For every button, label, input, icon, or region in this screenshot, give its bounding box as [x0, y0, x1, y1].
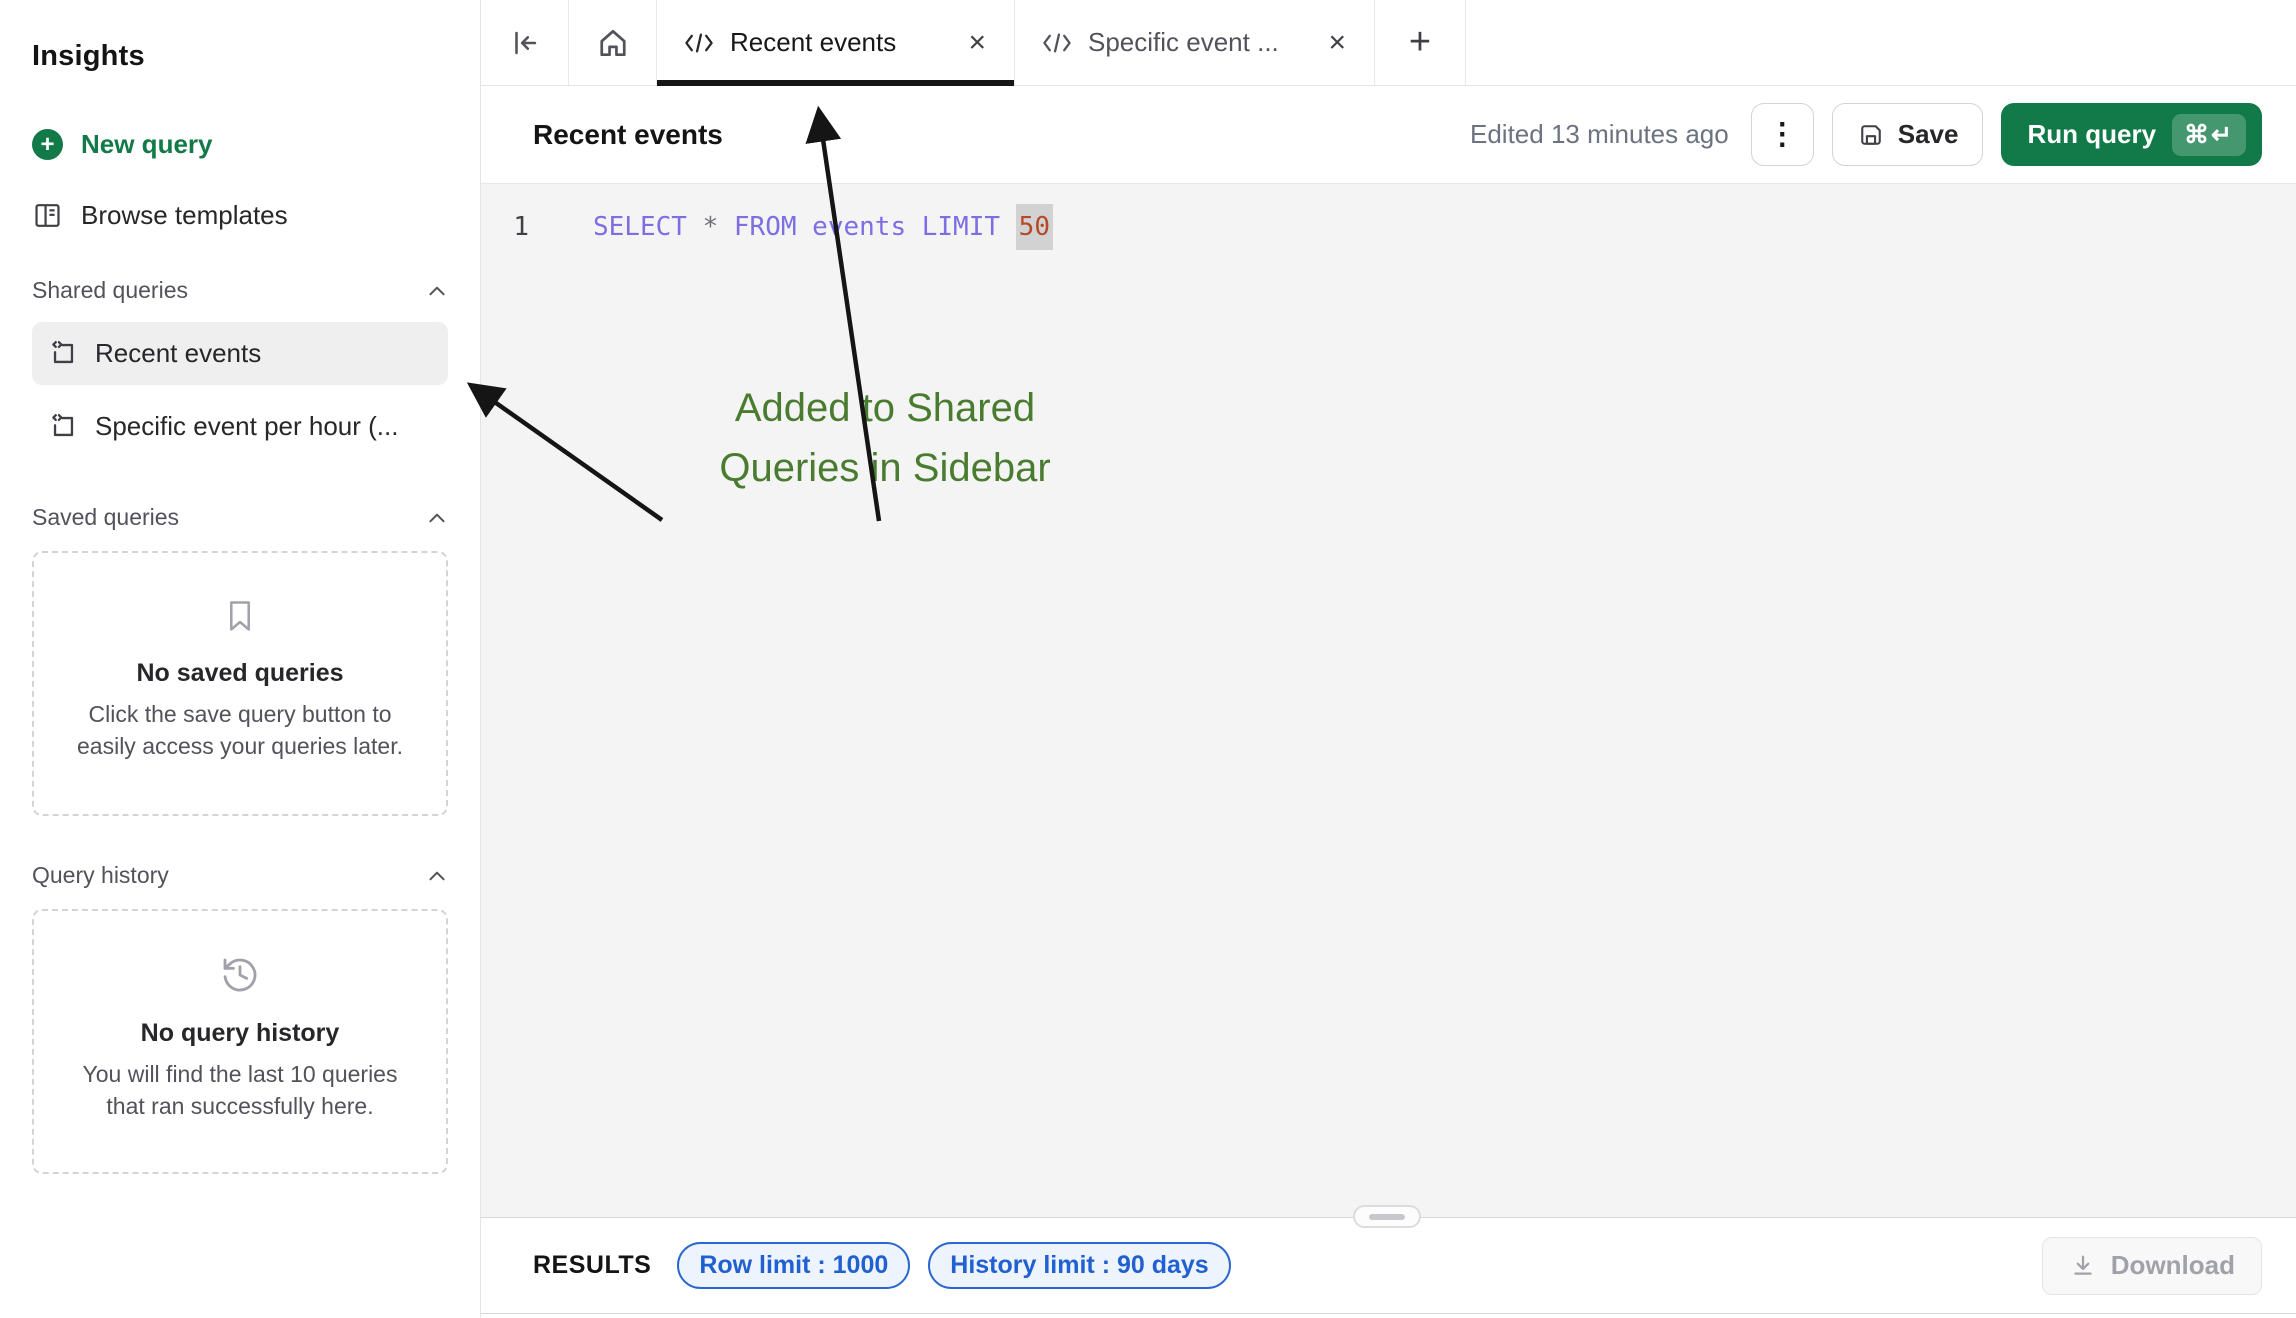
chevron-up-icon — [426, 865, 448, 887]
shared-queries-section-header[interactable]: Shared queries — [32, 277, 448, 304]
more-options-button[interactable]: ⋮ — [1751, 103, 1814, 166]
sql-keyword: FROM — [734, 212, 812, 242]
drag-handle-bar — [1369, 1214, 1405, 1220]
tab-label: Specific event ... — [1088, 27, 1279, 58]
code-icon — [683, 31, 715, 55]
query-history-empty-state: No query history You will find the last … — [32, 909, 448, 1174]
history-icon — [220, 955, 260, 995]
main-area: Recent events × Specific event ... × + R… — [481, 0, 2296, 1318]
empty-state-description-line: easily access your queries later. — [77, 730, 403, 762]
sql-table: events — [812, 212, 922, 242]
sql-keyword: LIMIT — [922, 212, 1016, 242]
templates-icon — [32, 200, 63, 231]
save-icon — [1857, 121, 1885, 149]
home-tab-button[interactable] — [569, 0, 657, 85]
code-icon — [1041, 31, 1073, 55]
chevron-up-icon — [426, 507, 448, 529]
sql-editor[interactable]: 1 SELECT * FROM events LIMIT 50 Added to… — [481, 184, 2296, 1217]
plus-icon: + — [1409, 21, 1431, 64]
empty-state-description: Click the save query button to easily ac… — [77, 698, 403, 762]
download-button[interactable]: Download — [2042, 1237, 2262, 1295]
query-title: Recent events — [533, 119, 723, 151]
empty-state-description-line: Click the save query button to — [77, 698, 403, 730]
new-tab-button[interactable]: + — [1375, 0, 1466, 85]
tab-bar-spacer — [1466, 0, 2296, 85]
saved-queries-empty-state: No saved queries Click the save query bu… — [32, 551, 448, 816]
query-header: Recent events Edited 13 minutes ago ⋮ Sa… — [481, 86, 2296, 184]
chevron-up-icon — [426, 280, 448, 302]
shared-query-item-label: Specific event per hour (... — [95, 411, 398, 442]
sidebar: Insights + New query Browse templates Sh… — [0, 0, 481, 1318]
save-label: Save — [1898, 119, 1959, 150]
annotation-line: Queries in Sidebar — [660, 438, 1110, 498]
empty-state-title: No saved queries — [136, 659, 343, 688]
tab-label: Recent events — [730, 27, 896, 58]
bookmark-icon — [221, 597, 259, 635]
empty-state-title: No query history — [141, 1019, 340, 1048]
shared-query-item-label: Recent events — [95, 338, 261, 369]
browse-templates-label: Browse templates — [81, 200, 288, 231]
sql-code[interactable]: SELECT * FROM events LIMIT 50 — [545, 204, 1053, 250]
close-tab-icon[interactable]: × — [966, 28, 988, 58]
download-label: Download — [2111, 1250, 2235, 1281]
annotation-text: Added to Shared Queries in Sidebar — [660, 378, 1110, 498]
row-limit-pill[interactable]: Row limit : 1000 — [677, 1242, 910, 1289]
query-icon — [49, 412, 78, 441]
keyboard-shortcut-badge: ⌘↵ — [2172, 114, 2246, 156]
tab-specific-event[interactable]: Specific event ... × — [1015, 0, 1375, 85]
query-history-section-header[interactable]: Query history — [32, 862, 448, 889]
close-tab-icon[interactable]: × — [1326, 28, 1348, 58]
edited-status: Edited 13 minutes ago — [1470, 119, 1729, 150]
insights-page: Insights + New query Browse templates Sh… — [0, 0, 2296, 1318]
sql-keyword: SELECT — [593, 212, 703, 242]
empty-state-description-line: You will find the last 10 queries — [83, 1058, 398, 1090]
bottom-strip — [481, 1314, 2296, 1318]
panel-resize-handle[interactable] — [1353, 1205, 1421, 1228]
new-query-label: New query — [81, 129, 213, 160]
history-limit-pill[interactable]: History limit : 90 days — [928, 1242, 1230, 1289]
empty-state-description-line: that ran successfully here. — [83, 1090, 398, 1122]
home-icon — [595, 25, 631, 61]
download-icon — [2069, 1252, 2097, 1280]
saved-queries-section-header[interactable]: Saved queries — [32, 504, 448, 531]
line-number: 1 — [481, 204, 545, 250]
run-query-label: Run query — [2027, 119, 2156, 150]
results-bar: RESULTS Row limit : 1000 History limit :… — [481, 1217, 2296, 1314]
tab-bar: Recent events × Specific event ... × + — [481, 0, 2296, 86]
sql-operator: * — [703, 212, 734, 242]
results-label: RESULTS — [533, 1251, 651, 1280]
save-button[interactable]: Save — [1832, 103, 1984, 166]
saved-queries-label: Saved queries — [32, 504, 179, 531]
sidebar-item-new-query[interactable]: + New query — [32, 129, 448, 160]
code-line[interactable]: 1 SELECT * FROM events LIMIT 50 — [481, 204, 2296, 250]
shared-query-item-specific-event[interactable]: Specific event per hour (... — [32, 395, 448, 458]
kebab-icon: ⋮ — [1767, 117, 1797, 152]
plus-circle-icon: + — [32, 129, 63, 160]
annotation-line: Added to Shared — [660, 378, 1110, 438]
collapse-sidebar-icon — [508, 26, 542, 60]
sidebar-item-browse-templates[interactable]: Browse templates — [32, 200, 448, 231]
page-title: Insights — [32, 40, 448, 73]
run-query-button[interactable]: Run query ⌘↵ — [2001, 103, 2262, 166]
shared-queries-label: Shared queries — [32, 277, 188, 304]
shared-query-item-recent-events[interactable]: Recent events — [32, 322, 448, 385]
empty-state-description: You will find the last 10 queries that r… — [83, 1058, 398, 1122]
collapse-sidebar-button[interactable] — [481, 0, 569, 85]
sql-number: 50 — [1016, 204, 1053, 250]
query-icon — [49, 339, 78, 368]
shared-queries-list: Recent events Specific event per hour (.… — [32, 322, 448, 458]
query-history-label: Query history — [32, 862, 169, 889]
tab-recent-events[interactable]: Recent events × — [657, 0, 1015, 85]
sidebar-nav: + New query Browse templates — [32, 129, 448, 231]
